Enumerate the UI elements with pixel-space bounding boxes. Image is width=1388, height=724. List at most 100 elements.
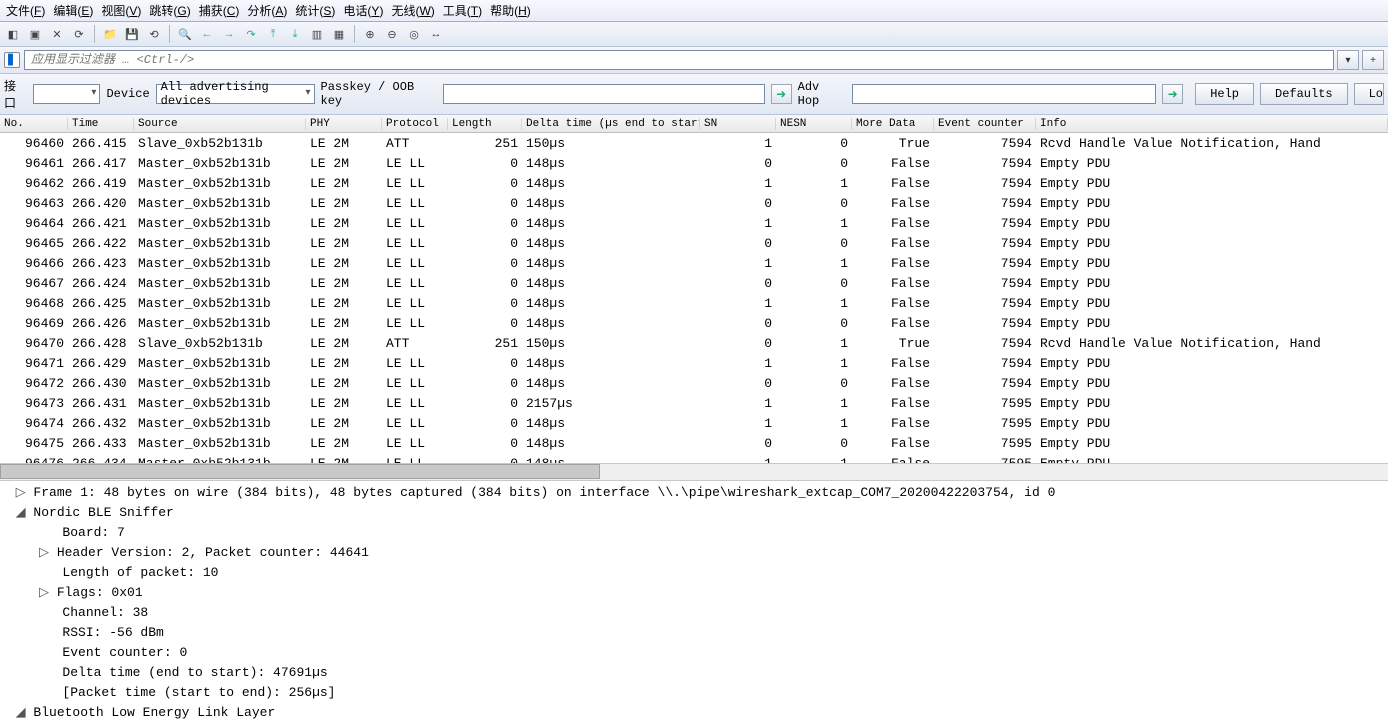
tb-zoomin-icon[interactable]: ⊕ [361,25,379,43]
cell-info: Rcvd Handle Value Notification, Hand [1036,136,1388,151]
cell-len: 0 [448,256,522,271]
cell-delta: 148µs [522,296,700,311]
tb-zoomout-icon[interactable]: ⊖ [383,25,401,43]
packet-row[interactable]: 96465266.422Master_0xb52b131bLE 2MLE LL0… [0,233,1388,253]
packet-row[interactable]: 96468266.425Master_0xb52b131bLE 2MLE LL0… [0,293,1388,313]
passkey-go-button[interactable]: ➜ [771,84,792,104]
tb-gotop-icon[interactable]: ⤒ [264,25,282,43]
hscroll-thumb[interactable] [0,464,600,479]
packet-row[interactable]: 96471266.429Master_0xb52b131bLE 2MLE LL0… [0,353,1388,373]
tb-resize-icon[interactable]: ↔ [427,25,445,43]
menu-item[interactable]: 视图(V) [101,2,141,19]
packet-row[interactable]: 96464266.421Master_0xb52b131bLE 2MLE LL0… [0,213,1388,233]
menu-item[interactable]: 电话(Y) [343,2,383,19]
cell-phy: LE 2M [306,136,382,151]
packet-row[interactable]: 96466266.423Master_0xb52b131bLE 2MLE LL0… [0,253,1388,273]
menu-item[interactable]: 捕获(C) [199,2,240,19]
tb-folder-icon[interactable]: 📁 [101,25,119,43]
cell-more: False [852,256,934,271]
cell-source: Master_0xb52b131b [134,276,306,291]
cell-ec: 7594 [934,356,1036,371]
packet-row[interactable]: 96472266.430Master_0xb52b131bLE 2MLE LL0… [0,373,1388,393]
display-filter-input[interactable] [24,50,1334,70]
packet-row[interactable]: 96475266.433Master_0xb52b131bLE 2MLE LL0… [0,433,1388,453]
advhop-go-button[interactable]: ➜ [1162,84,1183,104]
advhop-input[interactable] [852,84,1157,104]
cell-proto: LE LL [382,236,448,251]
menu-item[interactable]: 分析(A) [247,2,287,19]
packet-list-header[interactable]: No. Time Source PHY Protocol Length Delt… [0,115,1388,133]
filter-expression-button[interactable]: ▾ [1337,50,1359,70]
cell-time: 266.434 [68,456,134,464]
packet-row[interactable]: 96474266.432Master_0xb52b131bLE 2MLE LL0… [0,413,1388,433]
defaults-button[interactable]: Defaults [1260,83,1348,105]
tb-fwd-icon[interactable]: → [220,25,238,43]
cell-phy: LE 2M [306,256,382,271]
menu-item[interactable]: 文件(F) [6,2,45,19]
packet-row[interactable]: 96470266.428Slave_0xb52b131bLE 2MATT2511… [0,333,1388,353]
cell-source: Master_0xb52b131b [134,436,306,451]
device-combo[interactable]: All advertising devices [156,84,315,104]
menu-item[interactable]: 工具(T) [443,2,482,19]
tb-colorize-icon[interactable]: ▦ [330,25,348,43]
tb-back-icon[interactable]: ← [198,25,216,43]
cell-time: 266.426 [68,316,134,331]
detail-rssi: RSSI: -56 dBm [0,623,1388,643]
menu-item[interactable]: 统计(S) [295,2,335,19]
packet-row[interactable]: 96467266.424Master_0xb52b131bLE 2MLE LL0… [0,273,1388,293]
tb-reload-icon[interactable]: ⟲ [145,25,163,43]
tb-open-icon[interactable]: ◧ [4,25,22,43]
menu-item[interactable]: 无线(W) [391,2,434,19]
packet-row[interactable]: 96460266.415Slave_0xb52b131bLE 2MATT2511… [0,133,1388,153]
cell-info: Empty PDU [1036,156,1388,171]
menu-item[interactable]: 跳转(G) [149,2,190,19]
collapse-icon[interactable]: ◢ [16,703,26,723]
cell-time: 266.420 [68,196,134,211]
log-button[interactable]: Lo [1354,83,1384,105]
cell-ec: 7594 [934,376,1036,391]
packet-list-hscroll[interactable] [0,463,1388,480]
filter-plus-button[interactable]: + [1362,50,1384,70]
cell-source: Master_0xb52b131b [134,296,306,311]
packet-row[interactable]: 96463266.420Master_0xb52b131bLE 2MLE LL0… [0,193,1388,213]
packet-list-body[interactable]: 96460266.415Slave_0xb52b131bLE 2MATT2511… [0,133,1388,463]
menu-item[interactable]: 编辑(E) [53,2,93,19]
col-header-nesn: NESN [776,118,852,130]
expand-icon[interactable]: ▷ [39,583,49,603]
packet-row[interactable]: 96476266.434Master_0xb52b131bLE 2MLE LL0… [0,453,1388,463]
tb-gobot-icon[interactable]: ⤓ [286,25,304,43]
packet-row[interactable]: 96462266.419Master_0xb52b131bLE 2MLE LL0… [0,173,1388,193]
cell-proto: LE LL [382,356,448,371]
packet-details[interactable]: ▷ Frame 1: 48 bytes on wire (384 bits), … [0,480,1388,724]
cell-delta: 148µs [522,276,700,291]
tb-find-icon[interactable]: 🔍 [176,25,194,43]
expand-icon[interactable]: ▷ [16,483,26,503]
menu-item[interactable]: 帮助(H) [490,2,531,19]
detail-board: Board: 7 [0,523,1388,543]
tb-savefile-icon[interactable]: 💾 [123,25,141,43]
cell-phy: LE 2M [306,376,382,391]
col-header-time: Time [68,118,134,130]
iface-combo[interactable] [33,84,101,104]
cell-proto: ATT [382,136,448,151]
tb-zoom100-icon[interactable]: ◎ [405,25,423,43]
filter-bookmark-icon[interactable]: ▋ [4,52,20,68]
tb-save-icon[interactable]: ▣ [26,25,44,43]
packet-row[interactable]: 96473266.431Master_0xb52b131bLE 2MLE LL0… [0,393,1388,413]
tb-restart-icon[interactable]: ⟳ [70,25,88,43]
expand-icon[interactable]: ▷ [39,543,49,563]
collapse-icon[interactable]: ◢ [16,503,26,523]
packet-row[interactable]: 96469266.426Master_0xb52b131bLE 2MLE LL0… [0,313,1388,333]
tb-autoscroll-icon[interactable]: ▥ [308,25,326,43]
help-button[interactable]: Help [1195,83,1254,105]
tb-close-icon[interactable]: ✕ [48,25,66,43]
cell-sn: 1 [700,396,776,411]
cell-nesn: 1 [776,296,852,311]
passkey-input[interactable] [443,84,765,104]
cell-info: Empty PDU [1036,296,1388,311]
cell-time: 266.419 [68,176,134,191]
cell-delta: 148µs [522,316,700,331]
tb-jump-icon[interactable]: ↷ [242,25,260,43]
cell-ec: 7594 [934,336,1036,351]
packet-row[interactable]: 96461266.417Master_0xb52b131bLE 2MLE LL0… [0,153,1388,173]
